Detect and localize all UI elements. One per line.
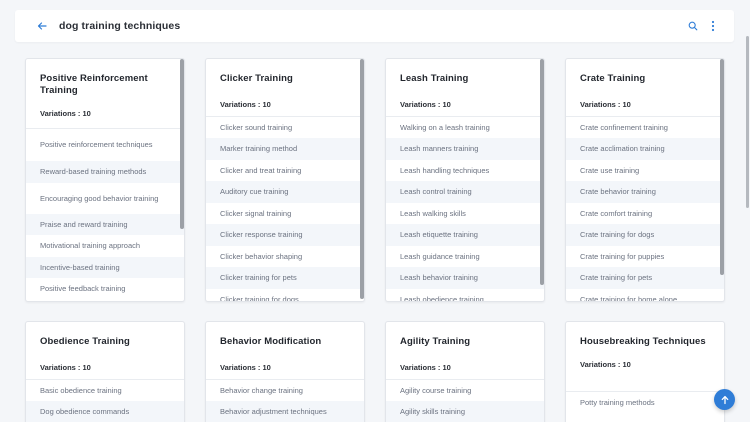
topic-card[interactable]: Positive Reinforcement Training Variatio… bbox=[25, 58, 185, 302]
list-item[interactable]: Auditory cue training bbox=[206, 181, 364, 203]
list-item[interactable]: Reward-based training methods bbox=[26, 161, 184, 183]
list-item[interactable]: Crate use training bbox=[566, 160, 724, 181]
topic-card[interactable]: Crate Training Variations : 10 Crate con… bbox=[565, 58, 725, 302]
list-item[interactable]: Basic obedience training bbox=[26, 380, 184, 401]
list-item[interactable]: Clicker training for pets bbox=[206, 267, 364, 289]
variations-count: Variations : 10 bbox=[40, 363, 91, 372]
topic-card[interactable]: Obedience Training Variations : 10 Basic… bbox=[25, 321, 185, 422]
back-arrow-icon[interactable] bbox=[33, 17, 51, 35]
page-scrollbar[interactable] bbox=[746, 36, 749, 208]
topic-card[interactable]: Clicker Training Variations : 10 Clicker… bbox=[205, 58, 365, 302]
search-icon[interactable] bbox=[686, 19, 700, 33]
variations-count: Variations : 10 bbox=[580, 360, 631, 369]
list-item[interactable]: Crate training for puppies bbox=[566, 246, 724, 267]
list-item[interactable]: Leash control training bbox=[386, 181, 544, 203]
variations-count: Variations : 10 bbox=[40, 109, 91, 118]
scroll-to-top-button[interactable] bbox=[714, 389, 735, 410]
card-title: Clicker Training bbox=[220, 73, 293, 84]
card-scrollbar[interactable] bbox=[720, 59, 724, 275]
list-item[interactable]: Positive reinforcement techniques bbox=[26, 129, 184, 161]
variations-count: Variations : 10 bbox=[220, 363, 271, 372]
list-item[interactable]: Leash behavior training bbox=[386, 267, 544, 289]
list-item[interactable]: Agility skills training bbox=[386, 401, 544, 422]
list-item[interactable]: Marker training method bbox=[206, 138, 364, 160]
card-title: Positive Reinforcement Training bbox=[40, 73, 148, 96]
card-title: Obedience Training bbox=[40, 336, 130, 347]
variations-count: Variations : 10 bbox=[400, 363, 451, 372]
list-item[interactable]: Crate training for pets bbox=[566, 267, 724, 289]
list-item[interactable]: Crate confinement training bbox=[566, 117, 724, 138]
variations-count: Variations : 10 bbox=[220, 100, 271, 109]
list-item[interactable]: Crate training for home alone bbox=[566, 289, 724, 302]
card-title: Agility Training bbox=[400, 336, 471, 347]
list-item[interactable]: Positive feedback training bbox=[26, 278, 184, 300]
list-item[interactable]: Crate comfort training bbox=[566, 203, 724, 224]
list-item[interactable]: Leash guidance training bbox=[386, 246, 544, 267]
topic-card[interactable]: Behavior Modification Variations : 10 Be… bbox=[205, 321, 365, 422]
card-scrollbar[interactable] bbox=[180, 59, 184, 229]
page-title: dog training techniques bbox=[59, 20, 181, 32]
list-item[interactable]: Incentive-based training bbox=[26, 257, 184, 278]
more-vertical-icon[interactable] bbox=[706, 19, 720, 33]
card-title: Behavior Modification bbox=[220, 336, 322, 347]
list-item[interactable]: Behavior change training bbox=[206, 380, 364, 401]
list-item[interactable]: Clicker sound training bbox=[206, 117, 364, 138]
list-item[interactable]: Behavior adjustment techniques bbox=[206, 401, 364, 422]
list-item[interactable]: Clicker response training bbox=[206, 224, 364, 246]
list-item[interactable]: Potty training methods bbox=[566, 392, 724, 414]
list-item[interactable]: Clicker and treat training bbox=[206, 160, 364, 181]
card-title: Housebreaking Techniques bbox=[580, 336, 706, 347]
card-title: Crate Training bbox=[580, 73, 646, 84]
list-item[interactable]: Dog obedience commands bbox=[26, 401, 184, 422]
list-item[interactable]: Crate acclimation training bbox=[566, 138, 724, 160]
list-item[interactable]: Leash walking skills bbox=[386, 203, 544, 224]
card-scrollbar[interactable] bbox=[360, 59, 364, 299]
variations-count: Variations : 10 bbox=[400, 100, 451, 109]
list-item[interactable]: Motivational training approach bbox=[26, 235, 184, 257]
card-scrollbar[interactable] bbox=[540, 59, 544, 285]
list-item[interactable]: Leash manners training bbox=[386, 138, 544, 160]
list-item[interactable]: Clicker behavior shaping bbox=[206, 246, 364, 267]
arrow-up-icon bbox=[721, 395, 728, 404]
list-item[interactable]: Praise and reward training bbox=[26, 214, 184, 235]
list-item[interactable]: Encouraging good behavior training bbox=[26, 183, 184, 214]
list-item[interactable]: Walking on a leash training bbox=[386, 117, 544, 138]
list-item[interactable]: Leash obedience training bbox=[386, 289, 544, 302]
topic-card[interactable]: Housebreaking Techniques Variations : 10… bbox=[565, 321, 725, 422]
topic-card[interactable]: Agility Training Variations : 10 Agility… bbox=[385, 321, 545, 422]
list-item[interactable]: Agility course training bbox=[386, 380, 544, 401]
list-item[interactable]: Clicker signal training bbox=[206, 203, 364, 224]
top-bar: dog training techniques bbox=[15, 10, 734, 42]
topic-card[interactable]: Leash Training Variations : 10 Walking o… bbox=[385, 58, 545, 302]
list-item[interactable]: Clicker training for dogs bbox=[206, 289, 364, 302]
variations-count: Variations : 10 bbox=[580, 100, 631, 109]
list-item[interactable]: Crate training for dogs bbox=[566, 224, 724, 246]
list-item[interactable]: Crate behavior training bbox=[566, 181, 724, 203]
card-title: Leash Training bbox=[400, 73, 469, 84]
list-item[interactable]: Leash handling techniques bbox=[386, 160, 544, 181]
list-item[interactable]: Leash etiquette training bbox=[386, 224, 544, 246]
